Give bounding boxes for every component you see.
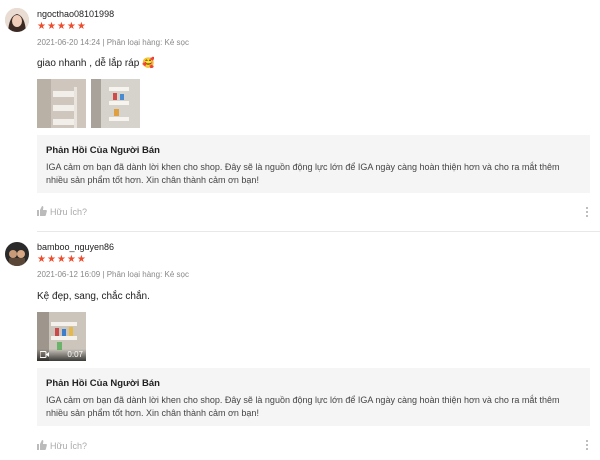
avatar[interactable] — [5, 242, 29, 266]
video-duration: 0:07 — [67, 350, 83, 359]
seller-reply-text: IGA cảm ơn bạn đã dành lời khen cho shop… — [46, 395, 560, 418]
helpful-button[interactable]: Hữu Ích? — [37, 440, 87, 452]
seller-reply-title: Phản Hồi Của Người Bán — [46, 145, 160, 156]
review-item: ngocthao08101998 ★★★★★ 2021-06-20 14:24 … — [0, 0, 600, 231]
seller-reply-title: Phản Hồi Của Người Bán — [46, 378, 160, 389]
thumbs-up-icon — [37, 440, 47, 452]
seller-reply: Phản Hồi Của Người Bán IGA cảm ơn bạn đã… — [37, 368, 590, 426]
review-comment: giao nhanh , dễ lắp ráp 🥰 — [37, 58, 155, 69]
review-video[interactable]: 0:07 — [37, 312, 86, 361]
rating-stars: ★★★★★ — [37, 254, 87, 265]
more-vertical-icon[interactable] — [586, 207, 589, 219]
video-overlay: 0:07 — [37, 349, 86, 361]
review-meta: 2021-06-20 14:24 | Phân loại hàng: Kẻ sọ… — [37, 38, 189, 47]
more-vertical-icon[interactable] — [586, 440, 589, 452]
review-photo[interactable] — [37, 79, 86, 128]
seller-reply: Phản Hồi Của Người Bán IGA cảm ơn bạn đã… — [37, 135, 590, 193]
review-item: bamboo_nguyen86 ★★★★★ 2021-06-12 16:09 |… — [0, 232, 600, 460]
review-photo[interactable] — [91, 79, 140, 128]
avatar[interactable] — [5, 8, 29, 32]
review-meta: 2021-06-12 16:09 | Phân loại hàng: Kẻ sọ… — [37, 270, 189, 279]
review-media-list — [37, 79, 147, 128]
reviewer-username[interactable]: ngocthao08101998 — [37, 9, 114, 19]
helpful-label: Hữu Ích? — [50, 207, 88, 217]
helpful-button[interactable]: Hữu Ích? — [37, 206, 87, 218]
review-comment: Kệ đẹp, sang, chắc chắn. — [37, 291, 150, 302]
rating-stars: ★★★★★ — [37, 21, 87, 32]
thumbs-up-icon — [37, 206, 47, 218]
helpful-label: Hữu Ích? — [50, 441, 88, 451]
video-camera-icon — [39, 351, 49, 360]
reviewer-username[interactable]: bamboo_nguyen86 — [37, 242, 114, 252]
seller-reply-text: IGA cảm ơn bạn đã dành lời khen cho shop… — [46, 162, 560, 185]
